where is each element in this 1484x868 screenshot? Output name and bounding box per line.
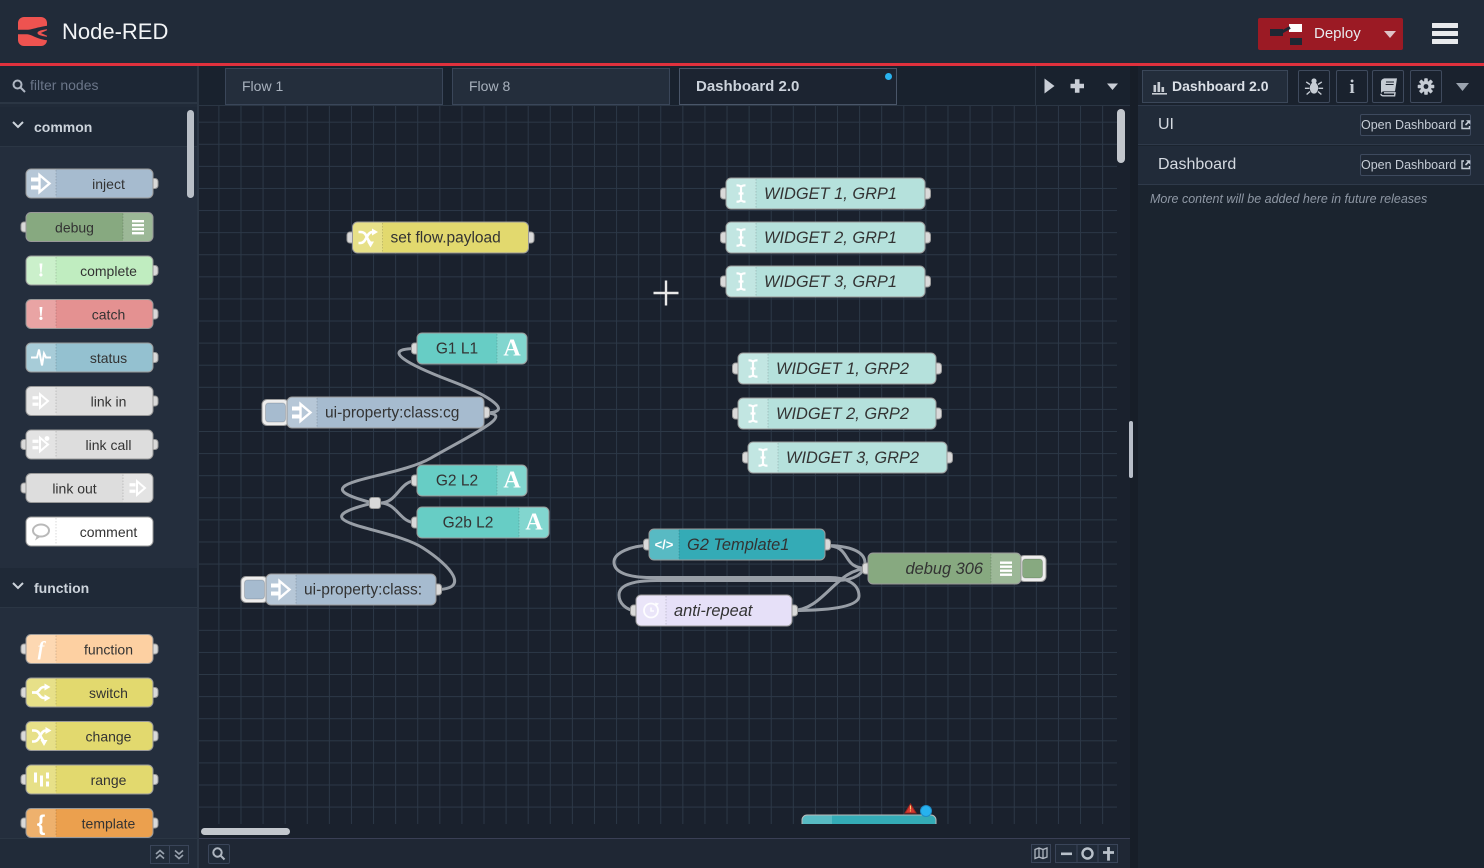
svg-text:WIDGET 1, GRP2: WIDGET 1, GRP2 — [776, 360, 909, 378]
svg-text:link call: link call — [86, 437, 132, 453]
svg-text:status: status — [90, 350, 127, 366]
svg-text:A: A — [503, 336, 521, 362]
svg-text:link in: link in — [91, 394, 127, 410]
svg-text:WIDGET 3, GRP1: WIDGET 3, GRP1 — [764, 273, 897, 291]
svg-text:A: A — [503, 468, 521, 494]
svg-text:G2 L2: G2 L2 — [436, 473, 478, 490]
svg-text:debug 306: debug 306 — [906, 560, 984, 578]
svg-text:</>: </> — [655, 537, 674, 552]
svg-text:{: { — [37, 811, 46, 836]
svg-text:WIDGET 3, GRP2: WIDGET 3, GRP2 — [786, 449, 919, 467]
svg-text:debug: debug — [55, 220, 94, 236]
svg-text:A: A — [525, 510, 543, 536]
svg-text:inject: inject — [92, 176, 125, 192]
svg-text:G2 Template1: G2 Template1 — [687, 536, 789, 554]
svg-text:G1 L1: G1 L1 — [436, 341, 478, 358]
svg-text:change: change — [86, 729, 132, 745]
svg-text:WIDGET 1, GRP1: WIDGET 1, GRP1 — [764, 185, 897, 203]
svg-text:G2b L2: G2b L2 — [443, 515, 494, 532]
svg-text:WIDGET 2, GRP2: WIDGET 2, GRP2 — [776, 405, 909, 423]
svg-text:!: ! — [909, 805, 912, 814]
svg-text:comment: comment — [80, 524, 138, 540]
svg-text:function: function — [84, 642, 133, 658]
svg-text:range: range — [91, 772, 127, 788]
svg-text:catch: catch — [92, 307, 125, 323]
svg-text:template: template — [82, 816, 136, 832]
svg-text:!: ! — [38, 260, 45, 282]
svg-text:!: ! — [38, 303, 45, 325]
svg-text:switch: switch — [89, 685, 128, 701]
svg-text:link out: link out — [52, 481, 96, 497]
svg-text:set flow.payload: set flow.payload — [391, 230, 501, 247]
svg-text:complete: complete — [80, 263, 137, 279]
svg-text:i: i — [1349, 77, 1354, 98]
svg-text:ui-property:class:: ui-property:class: — [304, 582, 422, 599]
svg-text:WIDGET 2, GRP1: WIDGET 2, GRP1 — [764, 229, 897, 247]
svg-text:anti-repeat: anti-repeat — [674, 602, 754, 620]
svg-text:ui-property:class:cg: ui-property:class:cg — [325, 405, 459, 422]
